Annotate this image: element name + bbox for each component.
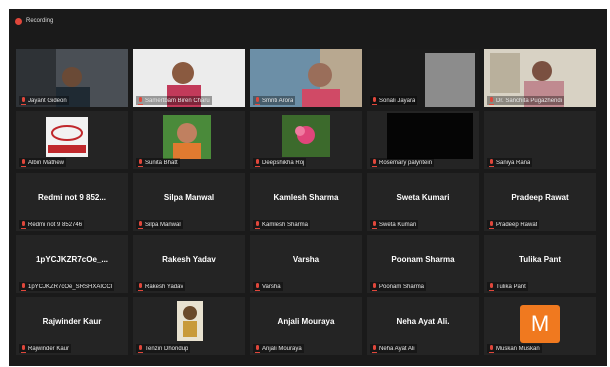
participant-name-label: Kamlesh Sharma [253,220,311,229]
participant-tile[interactable]: Redmi not 9 852... Redmi not 9 852746 [16,173,128,231]
participant-tile[interactable]: Albin Mathew [16,111,128,169]
participant-tile[interactable]: Sunita Bhatt [133,111,245,169]
participant-tile[interactable]: Jayant Gideon [16,49,128,107]
participant-name-label: 1pYCJKZR7cOe_SRSHXAICCI [19,282,115,291]
participant-name-label: Sonali Jayara [370,96,418,105]
participant-display-name: Redmi not 9 852... [37,193,107,202]
participant-tile[interactable]: Varsha Varsha [250,235,362,293]
participant-name-label: Samertbam Biren Charu [136,96,212,105]
participant-tile[interactable]: Saniya Rana [484,111,596,169]
participant-name-label: Rajwinder Kaur [19,344,72,353]
participant-name-label: Anjali Mouraya [253,344,304,353]
participant-tile[interactable]: Sonali Jayara [367,49,479,107]
participant-tile[interactable]: Deepshikha Roj [250,111,362,169]
participant-name-label: Tulika Pant [487,282,528,291]
participant-name-label: Rosemary palyntein [370,158,435,167]
mic-muted-icon [489,97,494,105]
mic-muted-icon [21,159,26,167]
participant-name-label: Muskan Muskan [487,344,542,353]
participant-tile[interactable]: Tenzin Dhondup [133,297,245,355]
participant-tile[interactable]: Neha Ayat Ali. Neha Ayat Ali [367,297,479,355]
mic-muted-icon [372,221,377,229]
participant-display-name: Sweta Kumari [396,193,450,202]
participant-name-label: Poonam Sharma [370,282,427,291]
mic-muted-icon [255,221,260,229]
participant-name-label: Smriti Arora [253,96,296,105]
mic-muted-icon [255,159,260,167]
mic-muted-icon [138,159,143,167]
participant-name-label: Rakesh Yadav [136,282,186,291]
mic-muted-icon [372,345,377,353]
participant-display-name: Poonam Sharma [391,255,455,264]
mic-muted-icon [255,345,260,353]
participant-name-label: Dr. Sanchita Pugazhendi [487,96,565,105]
mic-muted-icon [21,97,26,105]
participant-display-name: Kamlesh Sharma [273,193,339,202]
participant-name-label: Redmi not 9 852746 [19,220,85,229]
participant-name-label: Sunita Bhatt [136,158,180,167]
participant-tile[interactable]: Silpa Manwal Silpa Manwal [133,173,245,231]
participant-avatar: M [520,305,560,343]
participant-tile[interactable]: 1pYCJKZR7cOe_... 1pYCJKZR7cOe_SRSHXAICCI [16,235,128,293]
participant-tile[interactable]: Kamlesh Sharma Kamlesh Sharma [250,173,362,231]
mic-muted-icon [255,97,260,105]
mic-muted-icon [21,221,26,229]
participant-tile[interactable]: Smriti Arora [250,49,362,107]
participant-tile[interactable]: Tulika Pant Tulika Pant [484,235,596,293]
participant-tile[interactable]: Rosemary palyntein [367,111,479,169]
participant-display-name: Pradeep Rawat [511,193,569,202]
mic-muted-icon [372,159,377,167]
mic-muted-icon [138,283,143,291]
participant-tile[interactable]: Anjali Mouraya Anjali Mouraya [250,297,362,355]
mic-muted-icon [21,283,26,291]
mic-muted-icon [255,283,260,291]
participant-tile[interactable]: M Muskan Muskan [484,297,596,355]
mic-muted-icon [489,283,494,291]
participant-name-label: Pradeep Rawat [487,220,540,229]
participant-tile[interactable]: Rakesh Yadav Rakesh Yadav [133,235,245,293]
mic-muted-icon [372,97,377,105]
participant-name-label: Saniya Rana [487,158,533,167]
participant-tile[interactable]: Pradeep Rawat Pradeep Rawat [484,173,596,231]
participant-name-label: Silpa Manwal [136,220,183,229]
participant-name-label: Sweta Kumari [370,220,419,229]
participant-display-name: Anjali Mouraya [277,317,335,326]
participant-display-name: Silpa Manwal [163,193,215,202]
mic-muted-icon [138,345,143,353]
participant-display-name: 1pYCJKZR7cOe_... [35,255,109,264]
participant-tile[interactable]: Samertbam Biren Charu [133,49,245,107]
participant-name-label: Jayant Gideon [19,96,69,105]
participant-name-label: Varsha [253,282,283,291]
participant-tile[interactable]: Sweta Kumari Sweta Kumari [367,173,479,231]
mic-muted-icon [489,345,494,353]
participant-name-label: Deepshikha Roj [253,158,307,167]
participant-name-label: Neha Ayat Ali [370,344,417,353]
participant-tile-active-speaker[interactable]: Dr. Sanchita Pugazhendi [484,49,596,107]
participant-display-name: Varsha [292,255,320,264]
mic-muted-icon [21,345,26,353]
participant-tile[interactable]: Rajwinder Kaur Rajwinder Kaur [16,297,128,355]
mic-muted-icon [138,221,143,229]
participant-name-label: Albin Mathew [19,158,67,167]
mic-muted-icon [489,221,494,229]
participant-display-name: Rakesh Yadav [162,255,216,264]
recording-indicator[interactable]: Recording [15,15,53,27]
participant-display-name: Rajwinder Kaur [42,317,102,326]
meeting-gallery-view: Recording Jayant Gideon Samertbam Biren … [9,9,607,366]
recording-dot-icon [15,17,22,25]
participant-display-name: Neha Ayat Ali. [396,317,450,326]
mic-muted-icon [372,283,377,291]
participant-name-label: Tenzin Dhondup [136,344,191,353]
mic-muted-icon [489,159,494,167]
participant-tile[interactable]: Poonam Sharma Poonam Sharma [367,235,479,293]
mic-muted-icon [138,97,143,105]
recording-label: Recording [26,18,54,24]
participant-display-name: Tulika Pant [518,255,562,264]
